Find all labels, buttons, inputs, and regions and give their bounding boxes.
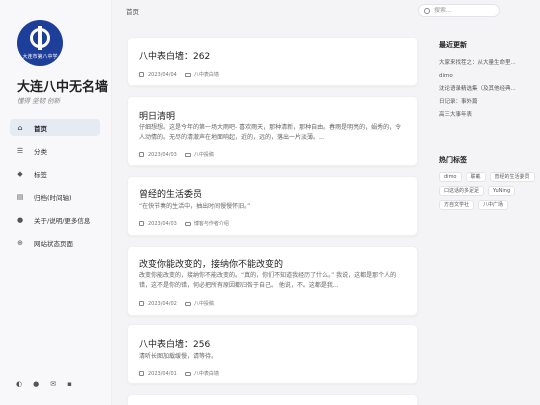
post-category[interactable]: 博客与作者介绍: [194, 220, 229, 227]
info-icon: ●: [16, 215, 24, 224]
sidebar-item-categories[interactable]: ☰ 分类: [10, 142, 100, 159]
tag-chip[interactable]: 曾经的生活委员: [489, 172, 535, 182]
search-icon: [424, 7, 430, 14]
post-title[interactable]: 八中表白墙：262: [139, 49, 210, 62]
calendar-icon: [139, 72, 144, 77]
post-card[interactable]: [127, 394, 418, 405]
post-excerpt: “在快节奏的生活中，抽出时间慢慢怀旧。”: [139, 203, 251, 210]
sidebar-item-tags[interactable]: ◆ 标签: [10, 165, 100, 182]
tag-chip[interactable]: 方自文学社: [439, 200, 475, 210]
sidebar-item-home[interactable]: ⌂ 首页: [10, 119, 100, 136]
calendar-icon: [139, 221, 144, 226]
recent-item[interactable]: 沈论语录精选集（及其他经典...: [439, 83, 535, 96]
home-icon: ⌂: [17, 123, 23, 132]
github-icon[interactable]: ●: [33, 380, 39, 388]
sidebar-item-label: 标签: [34, 170, 47, 179]
logo-bar: [38, 26, 42, 50]
post-category[interactable]: 八中表白墙: [194, 71, 219, 78]
post-card[interactable]: 曾经的生活委员 “在快节奏的生活中，抽出时间慢慢怀旧。” 2023/04/03 …: [127, 176, 418, 236]
recent-list: 大家来找茬之：从大量生命里... dimo 沈论语录精选集（及其他经典... 日…: [439, 57, 535, 122]
post-card[interactable]: 明日清明 仔细想想。这是今年的第一场大雨吧- 喜欢雨天，那种清新，那种自由。春雨…: [127, 96, 418, 166]
folder-icon: [184, 152, 191, 157]
recent-heading: 最近更新: [439, 41, 467, 49]
tag-chip[interactable]: 联載: [465, 172, 486, 182]
tag-chip[interactable]: 口这话的多足足: [439, 186, 485, 196]
calendar-icon: [139, 152, 144, 157]
post-excerpt: 改变你能改变的，接纳你不能改变的。“真的，你们不知道我经历了什么。” 我说，这都…: [139, 272, 397, 289]
post-meta: 2023/04/03 博客与作者介绍: [139, 220, 229, 227]
archive-icon: ▤: [16, 192, 24, 201]
post-date: 2023/04/01: [148, 370, 177, 377]
post-excerpt: 清听长图加载缓慢，请等待。: [139, 353, 218, 360]
sidebar-item-label: 首页: [34, 124, 47, 133]
rss-icon[interactable]: ▪: [67, 380, 72, 388]
search-box[interactable]: [418, 4, 500, 17]
post-category[interactable]: 八中投稿: [194, 151, 214, 158]
post-meta: 2023/04/02 八中投稿: [139, 300, 214, 307]
tag-chip[interactable]: YuNing: [488, 186, 516, 196]
post-card[interactable]: 改变你能改变的，接纳你不能改变的 改变你能改变的，接纳你不能改变的。“真的，你们…: [127, 246, 418, 316]
theme-toggle-icon[interactable]: ◐: [16, 380, 22, 388]
tag-chip[interactable]: dimo: [439, 172, 462, 182]
post-date: 2023/04/03: [148, 151, 177, 158]
post-meta: 2023/04/04 八中表白墙: [139, 71, 219, 78]
sidebar-item-about[interactable]: ● 关于/说明/更多信息: [10, 211, 100, 228]
hot-tags: dimo 联載 曾经的生活委员 口这话的多足足 YuNing 方自文学社 八中广…: [439, 172, 539, 210]
post-card[interactable]: 八中表白墙：256 清听长图加载缓慢，请等待。 2023/04/01 八中表白墙: [127, 324, 418, 384]
globe-icon: ⊕: [17, 238, 23, 247]
list-icon: ☰: [16, 146, 24, 155]
post-title[interactable]: 明日清明: [139, 109, 175, 122]
post-category[interactable]: 八中投稿: [194, 300, 214, 307]
hot-tags-heading: 热门标签: [439, 156, 467, 164]
post-meta: 2023/04/01 八中表白墙: [139, 370, 219, 377]
post-title[interactable]: 改变你能改变的，接纳你不能改变的: [139, 257, 283, 270]
folder-icon: [184, 221, 191, 226]
folder-icon: [184, 371, 191, 376]
sidebar-nav: ⌂ 首页 ☰ 分类 ◆ 标签 ▤ 归档(时间轴) ● 关于/说明/更多信息 ⊕ …: [10, 119, 100, 257]
post-meta: 2023/04/03 八中投稿: [139, 151, 214, 158]
breadcrumb[interactable]: 首页: [126, 6, 139, 16]
post-title[interactable]: 曾经的生活委员: [139, 187, 202, 200]
sidebar-item-status[interactable]: ⊕ 网站状态页面: [10, 234, 100, 251]
calendar-icon: [139, 371, 144, 376]
folder-icon: [184, 72, 191, 77]
calendar-icon: [139, 301, 144, 306]
email-icon[interactable]: ✉: [50, 380, 56, 388]
sidebar-footer: ◐ ● ✉ ▪: [16, 380, 72, 388]
tag-icon: ◆: [17, 169, 23, 178]
site-title[interactable]: 大连八中无名墙: [17, 76, 108, 95]
site-logo[interactable]: 大连市第八中学: [17, 20, 63, 66]
sidebar-item-label: 归档(时间轴): [34, 193, 72, 202]
post-date: 2023/04/03: [148, 220, 177, 227]
sidebar-item-label: 关于/说明/更多信息: [34, 216, 91, 225]
tag-chip[interactable]: 八中广场: [478, 200, 509, 210]
sidebar: 大连市第八中学 大连八中无名墙 懂得 坚韧 创新 ⌂ 首页 ☰ 分类 ◆ 标签 …: [0, 0, 112, 405]
right-sidebar: 最近更新 大家来找茬之：从大量生命里... dimo 沈论语录精选集（及其他经典…: [439, 40, 535, 210]
site-subtitle: 懂得 坚韧 创新: [17, 97, 61, 105]
recent-item[interactable]: 大家来找茬之：从大量生命里...: [439, 57, 535, 70]
sidebar-item-label: 网站状态页面: [34, 239, 73, 248]
post-date: 2023/04/02: [148, 300, 177, 307]
recent-item[interactable]: 高三大事年表: [439, 109, 535, 122]
sidebar-item-archive[interactable]: ▤ 归档(时间轴): [10, 188, 100, 205]
search-input[interactable]: [434, 7, 494, 14]
post-title[interactable]: 八中表白墙：256: [139, 337, 210, 350]
post-date: 2023/04/04: [148, 71, 177, 78]
recent-item[interactable]: 日记录：事外篇: [439, 96, 535, 109]
post-excerpt: 仔细想想。这是今年的第一场大雨吧- 喜欢雨天，那种清新，那种自由。春雨是明亮的，…: [139, 124, 402, 141]
folder-icon: [184, 301, 191, 306]
logo-seal-text: 大连市第八中学: [22, 54, 58, 60]
recent-item[interactable]: dimo: [439, 70, 535, 83]
post-category[interactable]: 八中表白墙: [194, 370, 219, 377]
sidebar-item-label: 分类: [34, 147, 47, 156]
post-card[interactable]: 八中表白墙：262 2023/04/04 八中表白墙: [127, 37, 418, 86]
